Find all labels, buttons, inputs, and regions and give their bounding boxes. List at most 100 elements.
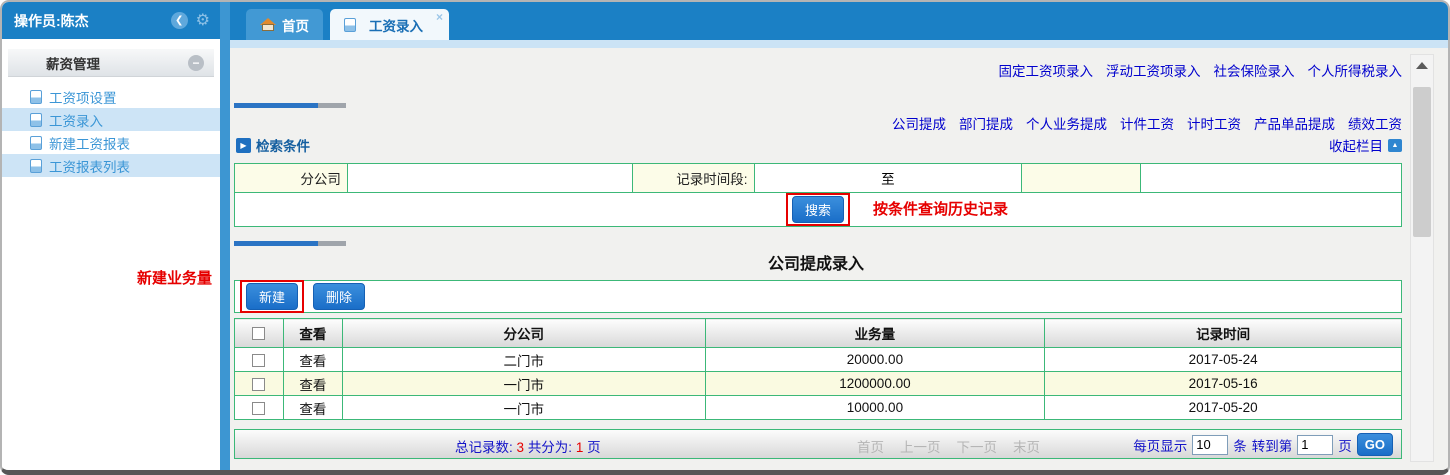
link-floating-salary-entry[interactable]: 浮动工资项录入	[1106, 60, 1201, 80]
document-icon	[30, 136, 42, 150]
section-divider	[234, 103, 346, 108]
settings-gear-icon[interactable]: ⚙	[196, 13, 210, 29]
link-company-commission[interactable]: 公司提成	[892, 113, 946, 133]
search-form: 分公司 记录时间段: 至 搜索 按条件查询历史记录	[234, 163, 1402, 227]
link-department-commission[interactable]: 部门提成	[959, 113, 1013, 133]
volume-cell: 20000.00	[705, 348, 1045, 372]
tab-home[interactable]: 首页	[246, 9, 323, 40]
document-icon	[30, 159, 42, 173]
view-link[interactable]: 查看	[283, 396, 342, 420]
pagination-bar: 总记录数: 3 共分为: 1 页 首页 上一页 下一页 末页 每页显示 条 转到…	[234, 429, 1402, 459]
scrollbar-thumb[interactable]	[1413, 87, 1431, 237]
empty-label-cell	[1022, 164, 1141, 193]
content-area: 固定工资项录入 浮动工资项录入 社会保险录入 个人所得税录入 公司提成 部门提成…	[230, 48, 1448, 470]
row-checkbox[interactable]	[252, 354, 265, 367]
tabbar-underline	[230, 40, 1448, 48]
pagination-controls: 每页显示 条 转到第 页 GO	[1133, 433, 1393, 456]
vertical-scrollbar[interactable]	[1410, 54, 1434, 462]
go-button[interactable]: GO	[1357, 433, 1393, 456]
home-icon	[260, 18, 276, 31]
link-product-unit-commission[interactable]: 产品单品提成	[1254, 113, 1335, 133]
row-checkbox[interactable]	[252, 402, 265, 415]
close-tab-icon[interactable]: ×	[436, 10, 443, 24]
document-icon	[30, 90, 42, 104]
annotation-search-history: 按条件查询历史记录	[873, 198, 1008, 219]
table-header-row: 查看 分公司 业务量 记录时间	[235, 319, 1402, 348]
search-button-highlight: 搜索	[786, 193, 850, 226]
branch-field-label: 分公司	[235, 164, 348, 193]
col-header-view: 查看	[283, 319, 342, 348]
operator-label: 操作员:陈杰	[14, 11, 89, 31]
sidebar-item-salary-entry[interactable]: 工资录入	[2, 108, 220, 131]
sidebar-item-label: 新建工资报表	[49, 133, 130, 153]
branch-input[interactable]	[347, 164, 632, 193]
table-row: 查看 二门市 20000.00 2017-05-24	[235, 348, 1402, 372]
section-divider	[234, 241, 346, 246]
link-piecework-salary[interactable]: 计件工资	[1120, 113, 1174, 133]
sidebar-item-salary-item-settings[interactable]: 工资项设置	[2, 85, 220, 108]
date-cell: 2017-05-20	[1045, 396, 1402, 420]
collapse-up-icon[interactable]: ▲	[1388, 139, 1402, 152]
branch-cell: 一门市	[342, 372, 705, 396]
table-toolbar: 新建 删除	[234, 280, 1402, 313]
collapse-sidebar-icon[interactable]: ❮	[171, 12, 188, 29]
search-header-row: ▶ 检索条件 收起栏目 ▲	[230, 135, 1448, 155]
records-table: 查看 分公司 业务量 记录时间 查看 二门市 20000.00 2017-05-…	[234, 318, 1402, 420]
sidebar-divider	[220, 2, 230, 470]
entry-links-row: 固定工资项录入 浮动工资项录入 社会保险录入 个人所得税录入	[230, 60, 1448, 80]
record-stats: 总记录数: 3 共分为: 1 页	[455, 436, 601, 456]
sidebar-item-label: 工资录入	[49, 110, 103, 130]
sidebar-item-salary-report-list[interactable]: 工资报表列表	[2, 154, 220, 177]
tab-salary-entry[interactable]: 工资录入 ×	[330, 9, 449, 40]
delete-button[interactable]: 删除	[313, 283, 365, 310]
pager-links: 首页 上一页 下一页 末页	[857, 436, 1040, 456]
tab-label: 首页	[282, 15, 309, 35]
link-personal-business-commission[interactable]: 个人业务提成	[1026, 113, 1107, 133]
time-range-field-label: 记录时间段:	[632, 164, 754, 193]
empty-input-cell[interactable]	[1141, 164, 1402, 193]
link-fixed-salary-entry[interactable]: 固定工资项录入	[999, 60, 1094, 80]
date-cell: 2017-05-24	[1045, 348, 1402, 372]
commission-links-row: 公司提成 部门提成 个人业务提成 计件工资 计时工资 产品单品提成 绩效工资	[230, 113, 1448, 133]
sidebar-item-label: 工资报表列表	[49, 156, 130, 176]
view-link[interactable]: 查看	[283, 348, 342, 372]
sidebar-header: 操作员:陈杰 ❮ ⚙	[2, 2, 220, 39]
tab-bar: 首页 工资录入 ×	[230, 2, 1448, 40]
collapse-panel-link[interactable]: 收起栏目	[1329, 135, 1383, 155]
link-income-tax-entry[interactable]: 个人所得税录入	[1308, 60, 1403, 80]
prev-page-link[interactable]: 上一页	[900, 436, 941, 456]
col-header-volume: 业务量	[705, 319, 1045, 348]
view-link[interactable]: 查看	[283, 372, 342, 396]
sidebar-item-new-salary-report[interactable]: 新建工资报表	[2, 131, 220, 154]
menu-group-salary-management[interactable]: 薪资管理 −	[8, 49, 214, 77]
date-cell: 2017-05-16	[1045, 372, 1402, 396]
next-page-link[interactable]: 下一页	[957, 436, 998, 456]
total-pages-count: 1	[576, 440, 584, 455]
per-page-input[interactable]	[1192, 435, 1228, 455]
first-page-link[interactable]: 首页	[857, 436, 884, 456]
time-range-inputs[interactable]: 至	[754, 164, 1022, 193]
menu-group-label: 薪资管理	[46, 53, 100, 73]
table-row: 查看 一门市 1200000.00 2017-05-16	[235, 372, 1402, 396]
branch-cell: 一门市	[342, 396, 705, 420]
document-icon	[344, 18, 356, 32]
scroll-up-icon[interactable]	[1411, 55, 1433, 75]
volume-cell: 10000.00	[705, 396, 1045, 420]
link-social-insurance-entry[interactable]: 社会保险录入	[1214, 60, 1295, 80]
goto-page-input[interactable]	[1297, 435, 1333, 455]
collapse-panel: 收起栏目 ▲	[1329, 135, 1402, 155]
expand-arrow-icon[interactable]: ▶	[236, 138, 251, 153]
document-icon	[30, 113, 42, 127]
link-performance-salary[interactable]: 绩效工资	[1348, 113, 1402, 133]
new-button[interactable]: 新建	[246, 283, 298, 310]
search-conditions-title: ▶ 检索条件	[236, 135, 310, 155]
col-header-branch: 分公司	[342, 319, 705, 348]
sidebar-item-label: 工资项设置	[49, 87, 117, 107]
link-hourly-salary[interactable]: 计时工资	[1187, 113, 1241, 133]
select-all-checkbox[interactable]	[252, 327, 265, 340]
row-checkbox[interactable]	[252, 378, 265, 391]
collapse-group-icon[interactable]: −	[188, 55, 204, 71]
last-page-link[interactable]: 末页	[1013, 436, 1040, 456]
search-button[interactable]: 搜索	[792, 196, 844, 223]
section-title: 公司提成录入	[230, 250, 1402, 274]
